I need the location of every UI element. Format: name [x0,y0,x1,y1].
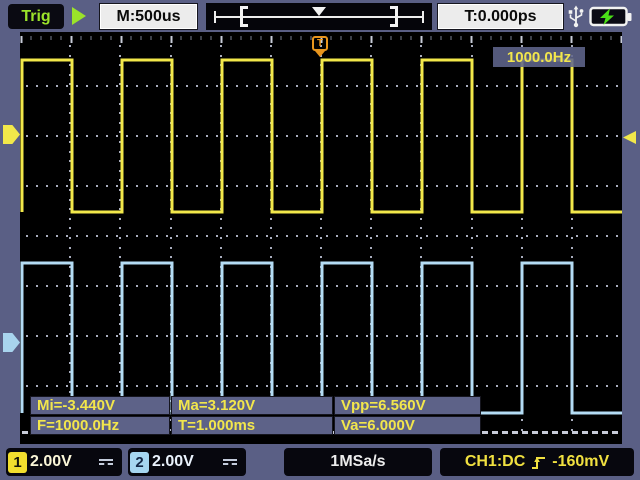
trigger-level-value: -160mV [552,453,610,470]
sample-rate-value: 1MSa/s [330,453,386,470]
measurement-vavg: Va=6.000V [334,416,481,435]
trigger-position-marker-label: T [312,36,328,51]
trigger-level-marker[interactable] [623,131,636,144]
usb-icon [568,5,584,28]
dc-coupling-icon [223,459,237,465]
trigger-settings-box[interactable]: CH1:DC -160mV [440,448,634,476]
frequency-counter: 1000.0Hz [493,47,585,67]
ch1-settings-box[interactable]: 1 2.00V [6,448,122,476]
display-area: T 1000.0Hz Mi=-3.440V Ma=3.120V Vpp=6.56… [20,32,622,444]
battery-charging-icon [589,6,632,27]
timebase-readout[interactable]: M:500us [100,4,197,29]
window-end-bracket-icon [390,6,398,27]
play-triangle-icon [72,7,86,25]
oscilloscope-screen: Trig M:500us T:0.000ps T 1000.0Hz Mi=-3.… [0,0,640,480]
measurement-freq: F=1000.0Hz [30,416,170,435]
ch2-reference-arrow-icon [3,333,20,352]
trigger-offset-value: T:0.000ps [464,7,537,25]
sample-rate-box[interactable]: 1MSa/s [284,448,432,476]
measurement-period: T=1.000ms [171,416,333,435]
ch1-scale-value: 2.00V [30,453,72,470]
frequency-counter-value: 1000.0Hz [506,48,572,66]
dc-coupling-icon [99,459,113,465]
memory-end-tick [422,11,424,23]
trigger-position-triangle-icon [312,7,326,16]
trigger-source-value: CH1:DC [464,453,526,470]
trigger-status-label: Trig [21,7,51,25]
measurement-min: Mi=-3.440V [30,396,170,415]
ch2-badge: 2 [130,451,149,473]
ch2-scale-value: 2.00V [152,453,194,470]
ch1-reference-arrow-icon [3,125,20,144]
ch2-trace [20,261,622,415]
ch1-badge: 1 [8,451,27,473]
trigger-status-badge: Trig [8,4,64,29]
trigger-position-marker-point-icon [315,51,325,57]
ch1-reference-marker[interactable] [3,125,20,144]
timebase-value: M:500us [116,7,181,25]
rising-edge-icon [532,456,546,469]
window-start-bracket-icon [240,6,248,27]
ch2-settings-box[interactable]: 2 2.00V [128,448,246,476]
measurement-vpp: Vpp=6.560V [334,396,481,415]
measurement-max: Ma=3.120V [171,396,333,415]
trigger-position-marker: T [311,36,329,62]
trigger-offset-readout[interactable]: T:0.000ps [438,4,563,29]
memory-start-tick [214,11,216,23]
memory-position-bar [206,3,432,30]
waveform-plot [20,36,622,434]
ch2-reference-marker[interactable] [3,333,20,352]
ch1-trace [20,58,622,214]
